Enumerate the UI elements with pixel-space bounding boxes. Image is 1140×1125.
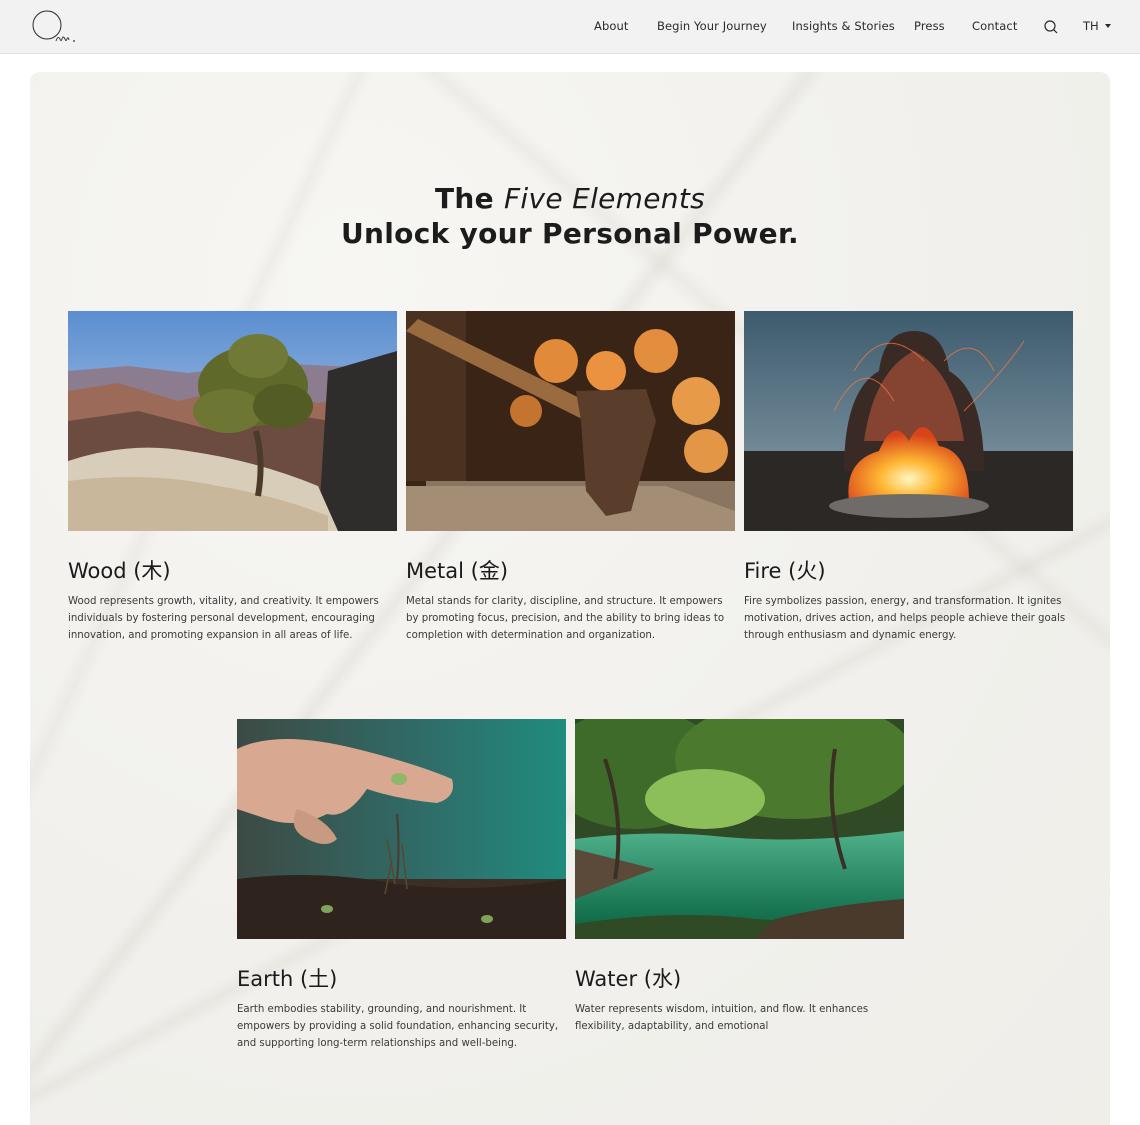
language-label: TH <box>1083 19 1099 33</box>
wood-image <box>68 311 397 531</box>
earth-image <box>237 719 566 939</box>
nav-begin-your-journey[interactable]: Begin Your Journey <box>657 19 767 33</box>
title-prefix: The <box>435 182 494 215</box>
chevron-down-icon <box>1104 24 1111 28</box>
nav-contact[interactable]: Contact <box>972 19 1017 33</box>
page-title: The Five Elements <box>0 182 1140 215</box>
water-image <box>575 719 904 939</box>
earth-title: Earth (土) <box>237 967 338 991</box>
fire-image <box>744 311 1073 531</box>
fire-description: Fire symbolizes passion, energy, and tra… <box>744 596 1066 641</box>
wood-title: Wood (木) <box>68 559 171 583</box>
metal-description: Metal stands for clarity, discipline, an… <box>406 596 725 641</box>
nav-about[interactable]: About <box>594 19 629 33</box>
nav-insights-stories[interactable]: Insights & Stories <box>792 19 895 33</box>
metal-image <box>406 311 735 531</box>
top-navbar: About Begin Your Journey Insights & Stor… <box>0 0 1140 54</box>
title-emphasis: Five Elements <box>504 182 705 215</box>
earth-description: Earth embodies stability, grounding, and… <box>237 1004 559 1049</box>
nav-press[interactable]: Press <box>914 19 945 33</box>
water-description: Water represents wisdom, intuition, and … <box>575 1004 869 1032</box>
om-logo[interactable] <box>30 8 80 46</box>
search-icon[interactable] <box>1043 19 1059 35</box>
water-title: Water (水) <box>575 967 682 991</box>
metal-title: Metal (金) <box>406 559 509 583</box>
page-subtitle: Unlock your Personal Power. <box>340 217 799 250</box>
wood-description: Wood represents growth, vitality, and cr… <box>68 596 379 641</box>
language-selector[interactable]: TH <box>1083 19 1111 33</box>
fire-title: Fire (火) <box>744 559 826 583</box>
